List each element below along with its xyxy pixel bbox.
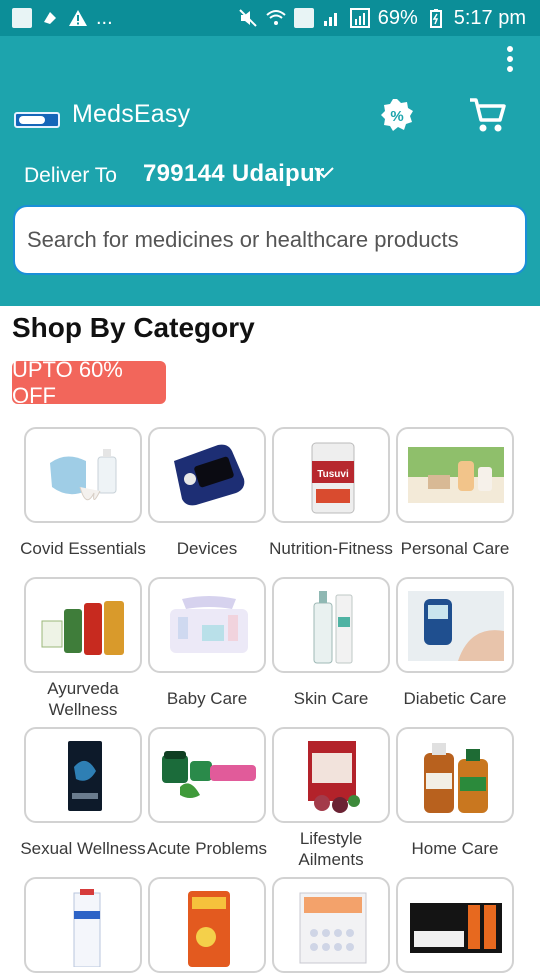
clock: 5:17 pm [453,6,526,29]
category-card[interactable] [148,877,266,973]
category-label: Covid Essentials [20,539,146,558]
mute-icon [238,9,257,27]
baby-products-icon [170,596,248,653]
search-placeholder: Search for medicines or healthcare produ… [27,227,459,252]
app-header: MedsEasy % Deliver To 799144 Udaipur Sea… [0,36,540,306]
mask-sanitizer-icon [50,449,117,501]
signal-icon [323,13,337,26]
call-icon [293,8,314,28]
wifi-icon [266,10,286,25]
category-card-nutrition-fitness[interactable]: Tusuvi [272,427,390,523]
delivery-location[interactable]: 799144 Udaipur [143,160,325,188]
category-label: Diabetic Care [403,689,507,708]
status-bar-notifications: ... [12,7,113,30]
wellness-pack-icon [68,741,102,811]
section-title: Shop By Category [12,312,255,343]
category-card-devices[interactable] [148,427,266,523]
glucometer-icon [408,591,504,661]
category-card-covid-essentials[interactable] [24,427,142,523]
offers-percent-icon[interactable]: % [380,98,414,132]
category-card-acute-problems[interactable] [148,727,266,823]
medicine-box-icon [73,889,101,967]
cart-icon[interactable] [468,96,508,134]
category-label: Acute Problems [147,839,267,858]
tablet-strip-icon [299,892,367,964]
category-card-diabetic-care[interactable] [396,577,514,673]
supplement-tin-icon: Tusuvi [311,442,355,514]
category-card-ayurveda-wellness[interactable] [24,577,142,673]
svg-text:%: % [390,108,403,125]
search-input[interactable]: Search for medicines or healthcare produ… [13,205,527,275]
chevron-down-icon[interactable] [313,166,335,180]
category-card-personal-care[interactable] [396,427,514,523]
category-card[interactable] [396,877,514,973]
deliver-to-label: Deliver To [24,164,117,187]
category-card[interactable] [272,877,390,973]
category-label: Personal Care [400,539,510,558]
signal-box-icon [349,8,370,28]
pain-relief-gel-icon [410,903,502,953]
balm-tube-icon [162,751,256,798]
medseasy-logo-icon [14,112,60,128]
category-card-baby-care[interactable] [148,577,266,673]
category-label: Home Care [411,839,499,858]
skin-serum-icon [313,591,353,664]
category-label: Baby Care [166,689,248,708]
app-notification-icon [44,12,56,24]
ayurveda-bottles-icon [41,601,124,655]
overflow-menu-icon[interactable] [506,46,514,76]
warning-icon [69,10,87,26]
promo-badge[interactable]: UPTO 60% OFF [12,357,166,408]
category-card-lifestyle-ailments[interactable] [272,727,390,823]
svg-text:Tusuvi: Tusuvi [317,469,349,480]
glucon-d-pack-icon [188,891,230,967]
status-bar: ... 69% 5:17 pm [0,0,540,36]
category-label: Ayurveda Wellness [47,679,119,719]
app-title: MedsEasy [72,100,191,128]
battery-icon [429,9,442,28]
category-label: Devices [176,539,238,558]
battery-percent: 69% [377,6,418,29]
oximeter-icon [174,444,245,506]
category-label: Sexual Wellness [20,839,146,858]
more-notifications-text: ... [96,6,113,29]
category-card-sexual-wellness[interactable] [24,727,142,823]
category-label: Skin Care [293,689,369,708]
category-card-home-care[interactable] [396,727,514,823]
category-card[interactable] [24,877,142,973]
health-book-icon [308,741,360,813]
category-label: Lifestyle Ailments [298,829,364,869]
disinfectant-icon [424,743,488,813]
soap-bottle-icon [408,447,504,503]
status-bar-system: 69% 5:17 pm [238,7,526,30]
gallery-notification-icon [12,8,32,28]
category-label: Nutrition-Fitness [269,539,393,558]
category-card-skin-care[interactable] [272,577,390,673]
